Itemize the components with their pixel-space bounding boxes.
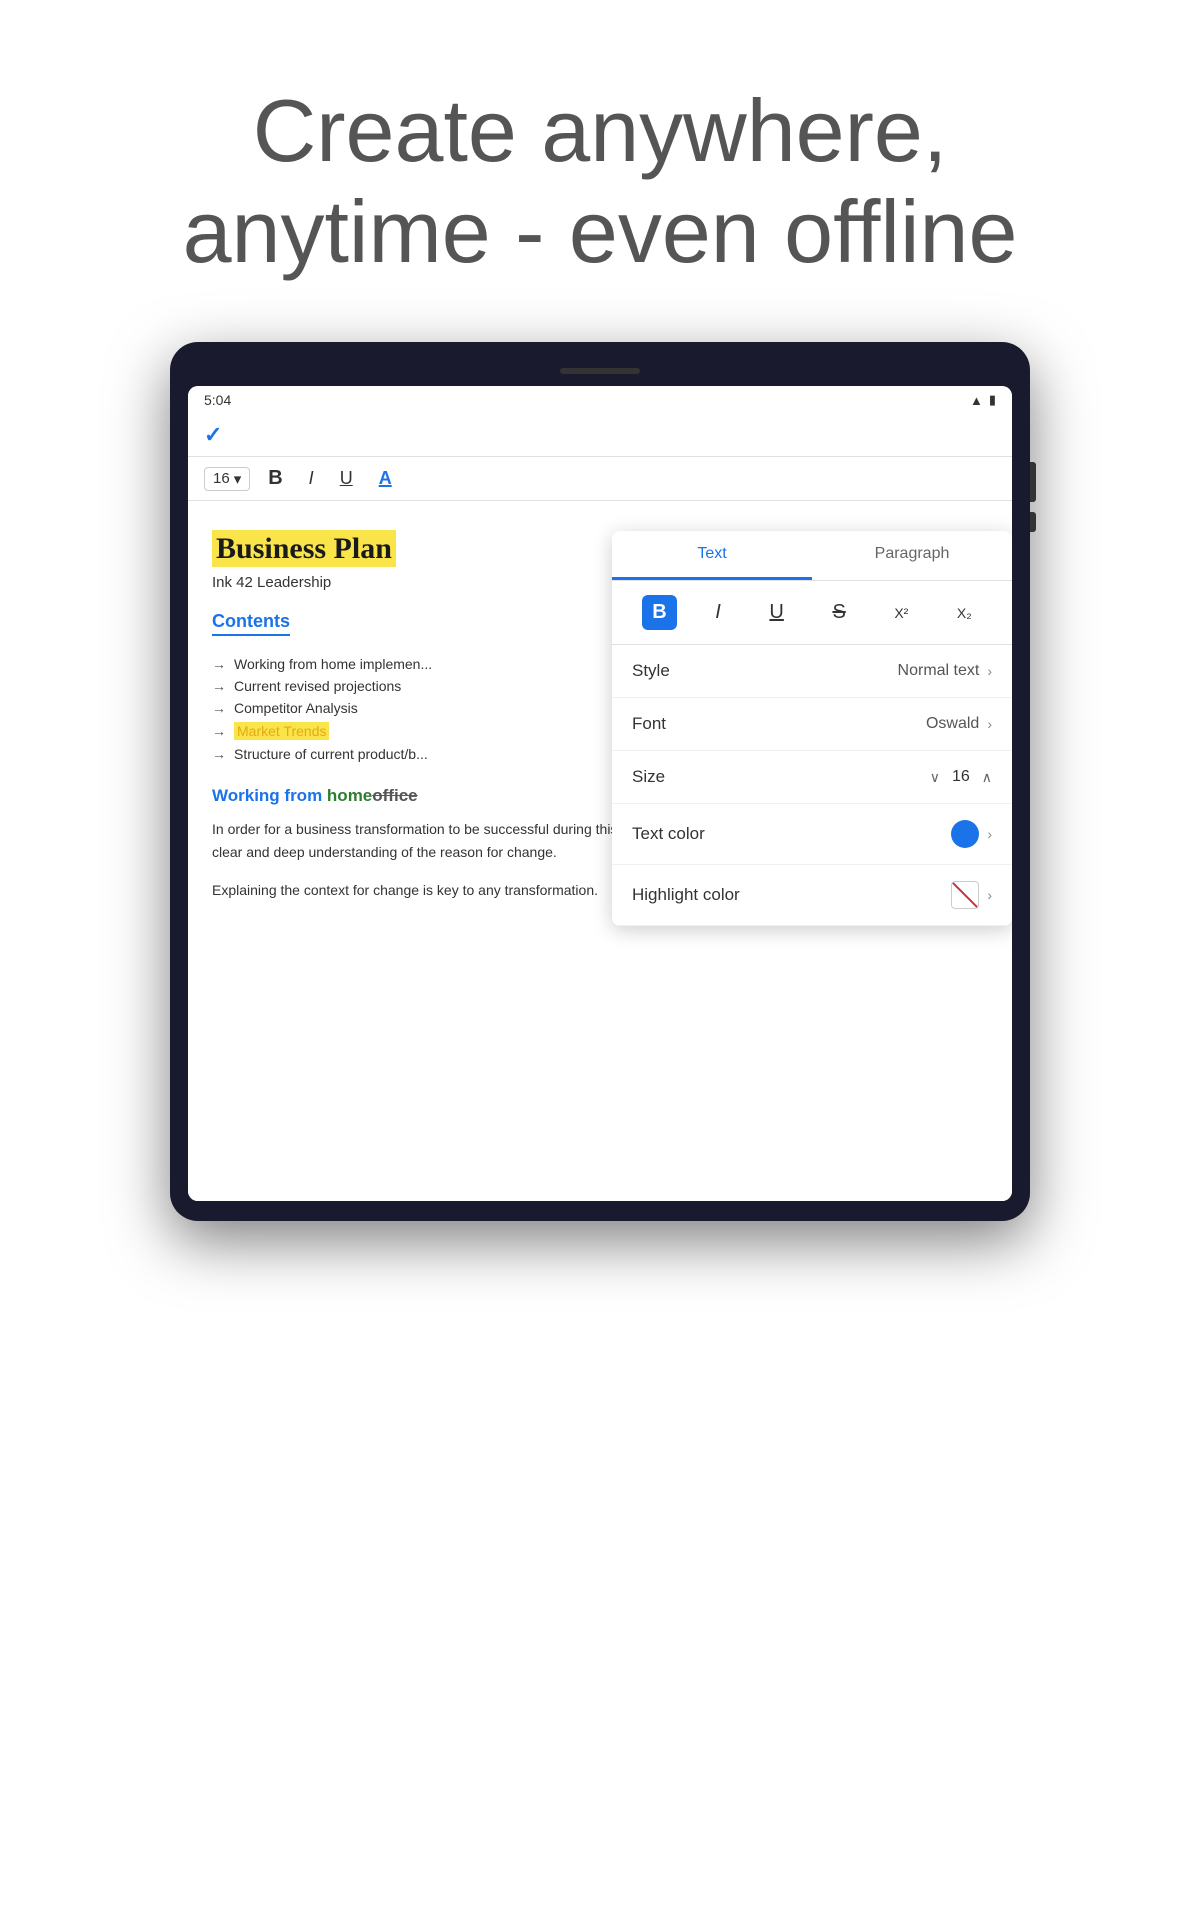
text-color-value-container[interactable]: › xyxy=(951,820,992,848)
text-color-label: Text color xyxy=(632,824,705,844)
panel-format-row: B I U S X² X₂ xyxy=(612,581,1012,645)
list-item-text: Working from home implemen... xyxy=(234,656,432,672)
size-decrease-button[interactable]: ∨ xyxy=(930,769,940,786)
status-icons: ▲ ▮ xyxy=(970,392,996,408)
highlight-color-value-container[interactable]: › xyxy=(951,881,992,909)
list-item-text: Competitor Analysis xyxy=(234,700,358,716)
format-bar: 16 ▾ B I U A xyxy=(188,457,1012,501)
text-color-row: Text color › xyxy=(612,804,1012,865)
style-value-container[interactable]: Normal text › xyxy=(898,662,992,680)
font-row: Font Oswald › xyxy=(612,698,1012,751)
font-chevron-icon: › xyxy=(987,716,992,732)
panel-bold-button[interactable]: B xyxy=(642,595,676,630)
document-area: Business Plan Ink 42 Leadership Contents… xyxy=(188,501,1012,1201)
signal-icon: ▲ xyxy=(970,393,983,408)
text-color-circle xyxy=(951,820,979,848)
text-color-chevron-icon: › xyxy=(987,826,992,842)
size-row: Size ∨ 16 ∧ xyxy=(612,751,1012,804)
tablet-wrapper: 5:04 ▲ ▮ ✓ 16 ▾ B I U A xyxy=(0,342,1200,1221)
panel-superscript-button[interactable]: X² xyxy=(884,599,918,627)
font-size-selector[interactable]: 16 ▾ xyxy=(204,467,250,491)
italic-button[interactable]: I xyxy=(301,464,322,493)
highlight-chevron-icon: › xyxy=(987,887,992,903)
arrow-icon: → xyxy=(212,723,226,739)
tablet-device: 5:04 ▲ ▮ ✓ 16 ▾ B I U A xyxy=(170,342,1030,1221)
highlight-color-none-icon xyxy=(951,881,979,909)
panel-strikethrough-button[interactable]: S xyxy=(822,595,855,630)
bold-button[interactable]: B xyxy=(260,463,290,494)
doc-content: Business Plan Ink 42 Leadership Contents… xyxy=(188,501,1012,1201)
panel-underline-button[interactable]: U xyxy=(759,595,793,630)
style-value: Normal text xyxy=(898,662,980,680)
panel-subscript-button[interactable]: X₂ xyxy=(947,599,982,627)
font-size-value: 16 xyxy=(213,470,230,487)
arrow-icon: → xyxy=(212,746,226,762)
app-toolbar: ✓ xyxy=(188,414,1012,457)
battery-icon: ▮ xyxy=(989,392,996,408)
list-item-text: Current revised projections xyxy=(234,678,401,694)
list-item-text: Market Trends xyxy=(234,722,329,740)
size-increase-button[interactable]: ∧ xyxy=(982,769,992,786)
status-bar: 5:04 ▲ ▮ xyxy=(188,386,1012,414)
style-chevron-icon: › xyxy=(987,663,992,679)
tab-text[interactable]: Text xyxy=(612,531,812,580)
style-row: Style Normal text › xyxy=(612,645,1012,698)
contents-heading: Contents xyxy=(212,611,290,636)
underline-button[interactable]: U xyxy=(332,464,361,493)
arrow-icon: → xyxy=(212,700,226,716)
doc-title: Business Plan xyxy=(212,530,396,567)
list-item-text: Structure of current product/b... xyxy=(234,746,428,762)
status-time: 5:04 xyxy=(204,392,231,408)
heading-prefix: Working from xyxy=(212,786,327,805)
font-value: Oswald xyxy=(926,715,979,733)
heading-green: home xyxy=(327,786,372,805)
power-button xyxy=(1030,462,1036,502)
panel-tabs: Text Paragraph xyxy=(612,531,1012,581)
highlight-color-row: Highlight color › xyxy=(612,865,1012,926)
checkmark-icon[interactable]: ✓ xyxy=(204,422,222,448)
tablet-top-bar xyxy=(188,362,1012,380)
tablet-notch xyxy=(560,368,640,374)
size-controls: ∨ 16 ∧ xyxy=(930,768,992,786)
highlight-color-label: Highlight color xyxy=(632,885,740,905)
text-color-button[interactable]: A xyxy=(371,464,400,493)
hero-line2: anytime - even offline xyxy=(183,182,1018,281)
hero-line1: Create anywhere, xyxy=(253,81,948,180)
arrow-icon: → xyxy=(212,656,226,672)
text-formatting-panel: Text Paragraph B I U S X² X₂ xyxy=(612,531,1012,926)
arrow-icon: → xyxy=(212,678,226,694)
hero-section: Create anywhere, anytime - even offline xyxy=(0,0,1200,342)
font-size-dropdown-icon: ▾ xyxy=(234,470,242,488)
size-label: Size xyxy=(632,767,665,787)
panel-italic-button[interactable]: I xyxy=(705,595,731,630)
size-value: 16 xyxy=(952,768,970,786)
tablet-screen: 5:04 ▲ ▮ ✓ 16 ▾ B I U A xyxy=(188,386,1012,1201)
heading-strikethrough: office xyxy=(372,786,417,805)
font-label: Font xyxy=(632,714,666,734)
volume-button xyxy=(1030,512,1036,532)
tab-paragraph[interactable]: Paragraph xyxy=(812,531,1012,580)
style-label: Style xyxy=(632,661,670,681)
font-value-container[interactable]: Oswald › xyxy=(926,715,992,733)
